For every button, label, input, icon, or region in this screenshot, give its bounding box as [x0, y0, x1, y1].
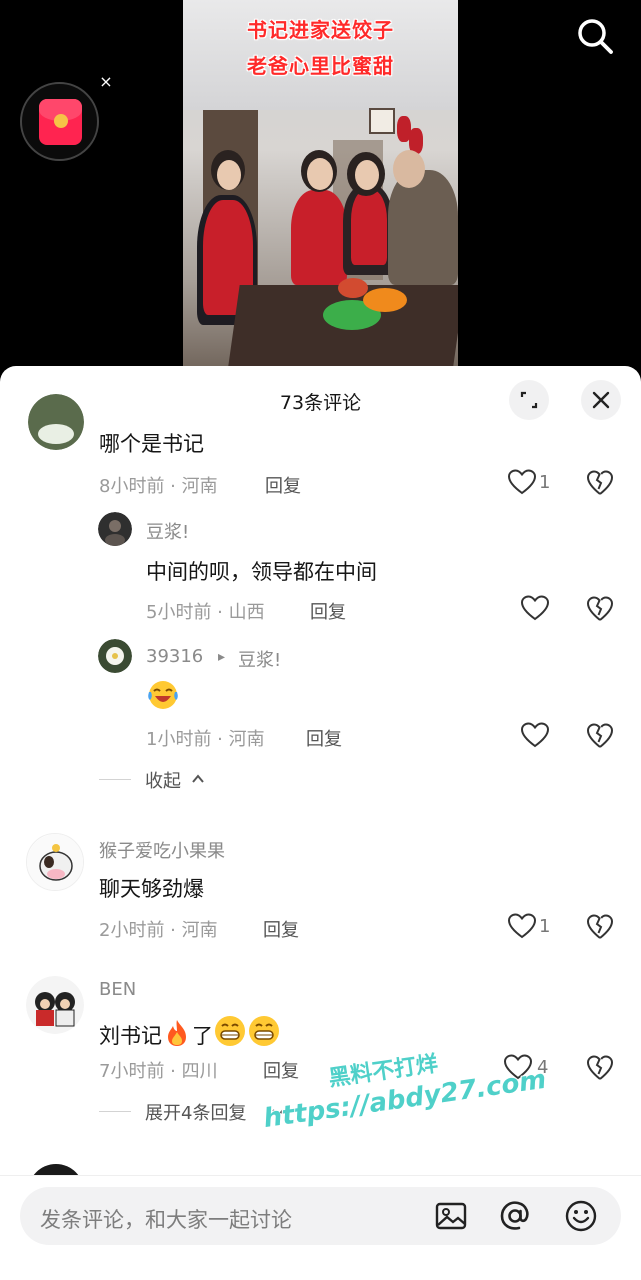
reply-text: 中间的呗，领导都在中间	[146, 560, 377, 584]
reply-arrow-icon: ▸	[218, 649, 226, 665]
chevron-down-icon	[272, 1109, 284, 1118]
heart-icon[interactable]	[507, 468, 537, 496]
red-vest-middle	[291, 190, 347, 285]
heart-icon[interactable]	[503, 1053, 533, 1081]
chevron-up-icon	[192, 774, 204, 783]
search-button[interactable]	[574, 15, 616, 57]
elderly-man	[388, 170, 458, 285]
expand-button[interactable]	[509, 380, 549, 420]
reply-button[interactable]: 回复	[265, 472, 301, 498]
comment-text-part: 刘书记	[99, 1024, 162, 1048]
oranges	[363, 288, 407, 312]
red-vest-right	[351, 190, 387, 265]
broken-heart-icon[interactable]	[586, 469, 614, 497]
broken-heart-icon[interactable]	[586, 913, 614, 941]
comment-input[interactable]: 发条评论，和大家一起讨论	[20, 1187, 621, 1245]
expand-icon	[520, 391, 538, 409]
close-button[interactable]	[581, 380, 621, 420]
comment-meta: 8小时前 · 河南	[99, 476, 218, 497]
video-player[interactable]: 书记进家送饺子 老爸心里比蜜甜 ×	[0, 0, 641, 380]
avatar[interactable]	[98, 512, 132, 546]
comment-placeholder: 发条评论，和大家一起讨论	[40, 1208, 292, 1232]
like-count: 4	[537, 1057, 549, 1078]
comment-text: 哪个是书记	[99, 432, 204, 456]
collapse-label: 收起	[145, 771, 181, 792]
reply-button[interactable]: 回复	[306, 725, 342, 751]
face	[217, 160, 241, 190]
video-caption-line2: 老爸心里比蜜甜	[247, 54, 394, 78]
comment-text: 刘书记 了	[99, 1014, 281, 1050]
divider	[99, 779, 131, 780]
reply-to-username[interactable]: 豆浆!	[238, 646, 281, 672]
comment-input-bar: 发条评论，和大家一起讨论	[0, 1175, 641, 1280]
avatar-image	[98, 512, 132, 546]
collapse-replies-button[interactable]: 收起	[145, 767, 215, 793]
face	[393, 150, 425, 188]
red-envelope-coin	[54, 114, 68, 128]
broken-heart-icon[interactable]	[586, 595, 614, 623]
reply-button[interactable]: 回复	[263, 916, 299, 942]
wall-clock	[369, 108, 395, 134]
comment-meta: 2小时前 · 河南	[99, 920, 218, 941]
at-mention-icon[interactable]	[498, 1199, 532, 1233]
avatar-image	[27, 834, 83, 890]
video-caption-line1: 书记进家送饺子	[247, 18, 394, 42]
like-count: 1	[539, 472, 551, 493]
heart-icon[interactable]	[520, 721, 550, 749]
grinning-emoji	[215, 1016, 245, 1046]
video-frame: 书记进家送饺子 老爸心里比蜜甜	[183, 0, 458, 375]
red-packet-button[interactable]	[20, 82, 99, 161]
search-icon	[578, 19, 613, 54]
image-icon[interactable]	[434, 1199, 468, 1233]
like-count: 1	[539, 916, 551, 937]
comment-username[interactable]: 猴子爱吃小果果	[99, 837, 225, 863]
reply-username[interactable]: 39316	[146, 646, 203, 667]
comment-sheet: 73条评论 哪个是书记 8小时前 · 河南 回复 1 豆浆! 中间的呗，领导都在…	[0, 366, 641, 1280]
comment-text-part: 了	[192, 1024, 213, 1048]
emoji-icon[interactable]	[564, 1199, 598, 1233]
reply-meta: 1小时前 · 河南	[146, 729, 265, 750]
laughing-tears-emoji	[148, 681, 178, 709]
reply-meta: 5小时前 · 山西	[146, 602, 265, 623]
face	[307, 158, 333, 190]
avatar[interactable]	[26, 976, 84, 1034]
comment-username[interactable]: BEN	[99, 979, 136, 1000]
reply-username[interactable]: 豆浆!	[146, 518, 189, 544]
broken-heart-icon[interactable]	[586, 722, 614, 750]
reply-button[interactable]: 回复	[263, 1057, 299, 1083]
apples	[338, 278, 368, 298]
reply-button[interactable]: 回复	[310, 598, 346, 624]
comment-meta: 7小时前 · 四川	[99, 1061, 218, 1082]
heart-icon[interactable]	[507, 912, 537, 940]
expand-replies-label: 展开4条回复	[145, 1103, 247, 1124]
avatar-image	[28, 394, 84, 450]
grinning-emoji	[249, 1016, 279, 1046]
comment-text: 聊天够劲爆	[99, 877, 204, 901]
broken-heart-icon[interactable]	[586, 1054, 614, 1082]
divider	[99, 1111, 131, 1112]
expand-replies-button[interactable]: 展开4条回复	[145, 1099, 295, 1125]
avatar[interactable]	[98, 639, 132, 673]
red-packet-close-button[interactable]: ×	[96, 72, 116, 92]
avatar[interactable]	[26, 833, 84, 891]
heart-icon[interactable]	[520, 594, 550, 622]
face	[355, 160, 379, 190]
avatar[interactable]	[28, 394, 84, 450]
fire-emoji	[168, 1020, 186, 1046]
table	[226, 285, 458, 375]
close-icon	[592, 391, 610, 409]
avatar-image	[98, 639, 132, 673]
avatar-image	[26, 976, 84, 1034]
